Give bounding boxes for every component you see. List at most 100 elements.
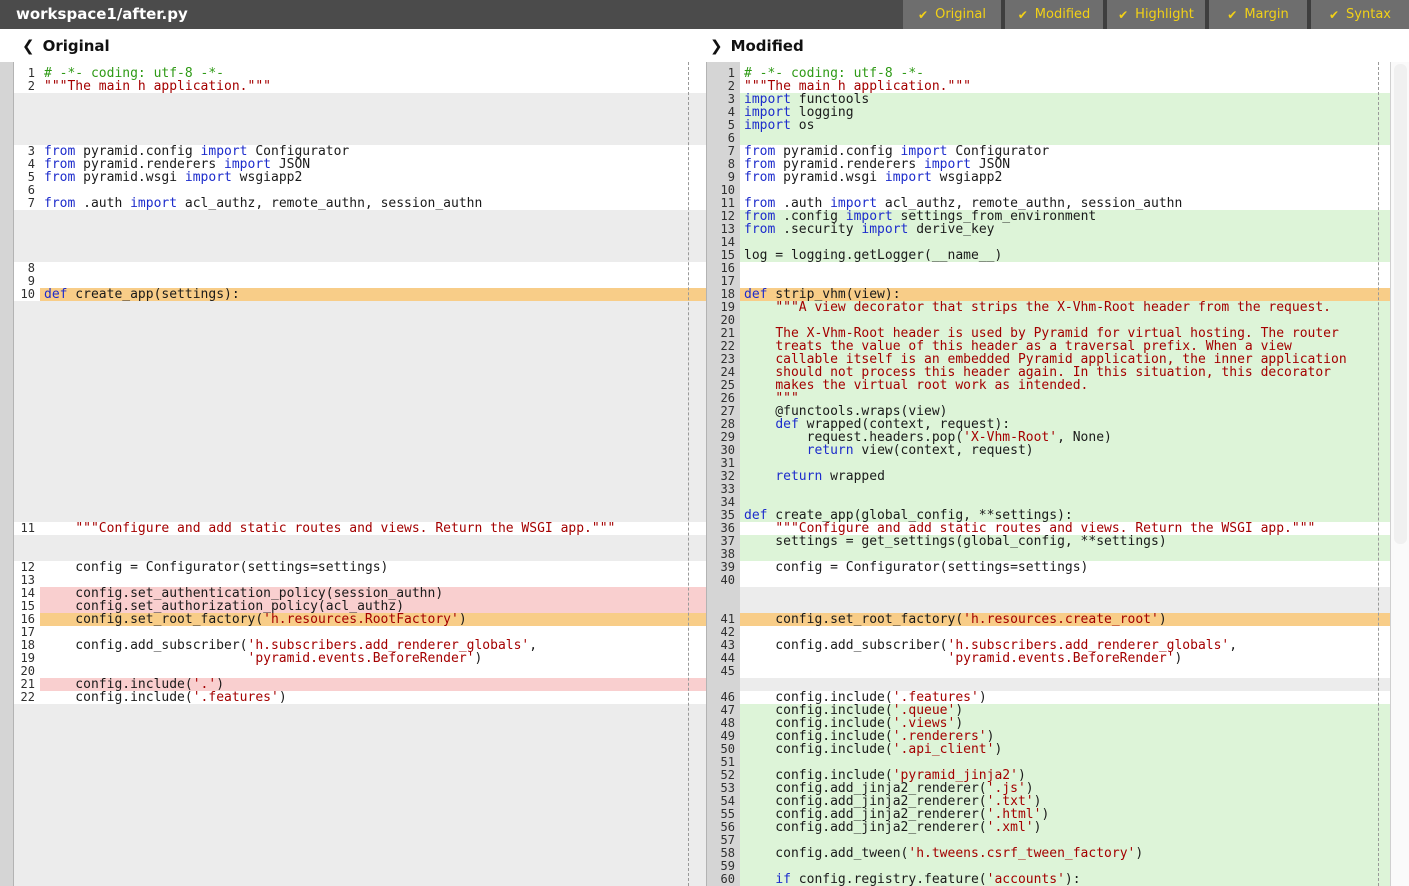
code-line-row[interactable]: 6 [706,132,1390,145]
toggle-highlight-button[interactable]: ✔Highlight [1107,0,1205,29]
code-line-row[interactable]: 19 """A view decorator that strips the X… [706,301,1390,314]
code-line-row[interactable]: 23 callable itself is an embedded Pyrami… [706,353,1390,366]
code-line[interactable]: if config.registry.feature('accounts'): [740,873,1390,886]
code-line[interactable]: config.include('.') [40,678,706,691]
vertical-scrollbar[interactable] [1390,62,1409,886]
code-line[interactable]: config.set_authentication_policy(session… [40,587,706,600]
code-line[interactable]: """A view decorator that strips the X-Vh… [740,301,1390,314]
code-line[interactable]: config.include('.features') [40,691,706,704]
code-line[interactable] [740,834,1390,847]
code-line-row[interactable]: 18 config.add_subscriber('h.subscribers.… [14,639,706,652]
code-line-row[interactable]: 14 [706,236,1390,249]
code-line[interactable]: The X-Vhm-Root header is used by Pyramid… [740,327,1390,340]
code-line-row[interactable]: 31 [706,457,1390,470]
code-line[interactable] [740,483,1390,496]
code-line[interactable]: treats the value of this header as a tra… [740,340,1390,353]
code-line[interactable] [740,262,1390,275]
code-line-row[interactable]: 1# -*- coding: utf-8 -*- [706,67,1390,80]
code-line[interactable] [40,184,706,197]
code-line-row[interactable]: 16 [706,262,1390,275]
code-line[interactable]: log = logging.getLogger(__name__) [740,249,1390,262]
code-line-row[interactable]: 16 config.set_root_factory('h.resources.… [14,613,706,626]
code-line-row[interactable]: 39 config = Configurator(settings=settin… [706,561,1390,574]
code-line[interactable] [740,756,1390,769]
code-line[interactable]: from .auth import acl_authz, remote_auth… [740,197,1390,210]
code-line-row[interactable]: 9 [14,275,706,288]
code-line-row[interactable]: 3import functools [706,93,1390,106]
code-line-row[interactable]: 4import logging [706,106,1390,119]
code-line-row[interactable]: 11from .auth import acl_authz, remote_au… [706,197,1390,210]
code-line-row[interactable]: 21 The X-Vhm-Root header is used by Pyra… [706,327,1390,340]
code-line[interactable]: @functools.wraps(view) [740,405,1390,418]
code-line[interactable] [40,275,706,288]
code-line-row[interactable]: 8 [14,262,706,275]
code-line[interactable]: config.include('.renderers') [740,730,1390,743]
toggle-syntax-button[interactable]: ✔Syntax [1311,0,1409,29]
code-line-row[interactable]: 19 'pyramid.events.BeforeRender') [14,652,706,665]
code-line-row[interactable]: 24 should not process this header again.… [706,366,1390,379]
original-pane[interactable]: 1# -*- coding: utf-8 -*-2"""The main h a… [14,62,706,886]
code-line-row[interactable]: 38 [706,548,1390,561]
code-line[interactable]: config.include('.views') [740,717,1390,730]
code-line[interactable]: config.set_root_factory('h.resources.Roo… [40,613,706,626]
code-line[interactable]: import logging [740,106,1390,119]
code-line-row[interactable]: 22 config.include('.features') [14,691,706,704]
code-line[interactable]: config.include('.features') [740,691,1390,704]
code-line-row[interactable]: 13from .security import derive_key [706,223,1390,236]
code-line[interactable]: config.add_jinja2_renderer('.html') [740,808,1390,821]
code-line[interactable] [740,860,1390,873]
code-line[interactable] [740,665,1390,678]
code-line-row[interactable]: 11 """Configure and add static routes an… [14,522,706,535]
code-line-row[interactable]: 51 [706,756,1390,769]
code-line-row[interactable]: 17 [706,275,1390,288]
code-line-row[interactable]: 58 config.add_tween('h.tweens.csrf_tween… [706,847,1390,860]
code-line-row[interactable]: 4from pyramid.renderers import JSON [14,158,706,171]
code-line[interactable]: config.include('pyramid_jinja2') [740,769,1390,782]
code-line[interactable]: return wrapped [740,470,1390,483]
code-line[interactable]: config.add_subscriber('h.subscribers.add… [40,639,706,652]
code-line-row[interactable]: 49 config.include('.renderers') [706,730,1390,743]
code-line[interactable] [740,314,1390,327]
code-line[interactable]: config = Configurator(settings=settings) [40,561,706,574]
code-line-row[interactable]: 7from pyramid.config import Configurator [706,145,1390,158]
code-line-row[interactable]: 2"""The main h application.""" [706,80,1390,93]
code-line-row[interactable]: 7from .auth import acl_authz, remote_aut… [14,197,706,210]
code-line[interactable]: config.add_jinja2_renderer('.js') [740,782,1390,795]
code-line[interactable]: from .security import derive_key [740,223,1390,236]
code-line[interactable]: config = Configurator(settings=settings) [740,561,1390,574]
code-line-row[interactable]: 56 config.add_jinja2_renderer('.xml') [706,821,1390,834]
scrollbar-thumb[interactable] [1394,64,1407,544]
code-line-row[interactable]: 8from pyramid.renderers import JSON [706,158,1390,171]
modified-pane[interactable]: 1# -*- coding: utf-8 -*-2"""The main h a… [706,62,1390,886]
code-line[interactable]: import functools [740,93,1390,106]
code-line[interactable]: """The main h application.""" [740,80,1390,93]
code-line-row[interactable]: 15log = logging.getLogger(__name__) [706,249,1390,262]
code-line[interactable]: from pyramid.wsgi import wsgiapp2 [40,171,706,184]
code-line-row[interactable]: 28 def wrapped(context, request): [706,418,1390,431]
code-line[interactable]: return view(context, request) [740,444,1390,457]
code-line[interactable] [740,275,1390,288]
code-line[interactable] [740,574,1390,587]
code-line[interactable]: def strip_vhm(view): [740,288,1390,301]
code-line[interactable]: def create_app(global_config, **settings… [740,509,1390,522]
code-line[interactable]: config.add_subscriber('h.subscribers.add… [740,639,1390,652]
code-line-row[interactable]: 32 return wrapped [706,470,1390,483]
code-line-row[interactable]: 47 config.include('.queue') [706,704,1390,717]
code-line-row[interactable]: 42 [706,626,1390,639]
code-line[interactable] [740,548,1390,561]
code-line-row[interactable]: 26 """ [706,392,1390,405]
code-line-row[interactable]: 27 @functools.wraps(view) [706,405,1390,418]
code-line-row[interactable]: 25 makes the virtual root work as intend… [706,379,1390,392]
code-line-row[interactable]: 37 settings = get_settings(global_config… [706,535,1390,548]
code-line[interactable]: callable itself is an embedded Pyramid a… [740,353,1390,366]
code-line-row[interactable]: 43 config.add_subscriber('h.subscribers.… [706,639,1390,652]
toggle-original-button[interactable]: ✔Original [903,0,1001,29]
code-line[interactable]: settings = get_settings(global_config, *… [740,535,1390,548]
code-line[interactable]: config.set_authorization_policy(acl_auth… [40,600,706,613]
code-line-row[interactable]: 9from pyramid.wsgi import wsgiapp2 [706,171,1390,184]
code-line[interactable]: config.set_root_factory('h.resources.cre… [740,613,1390,626]
code-line[interactable] [40,574,706,587]
code-line[interactable]: config.include('.queue') [740,704,1390,717]
code-line[interactable]: """Configure and add static routes and v… [40,522,706,535]
toggle-modified-button[interactable]: ✔Modified [1005,0,1103,29]
